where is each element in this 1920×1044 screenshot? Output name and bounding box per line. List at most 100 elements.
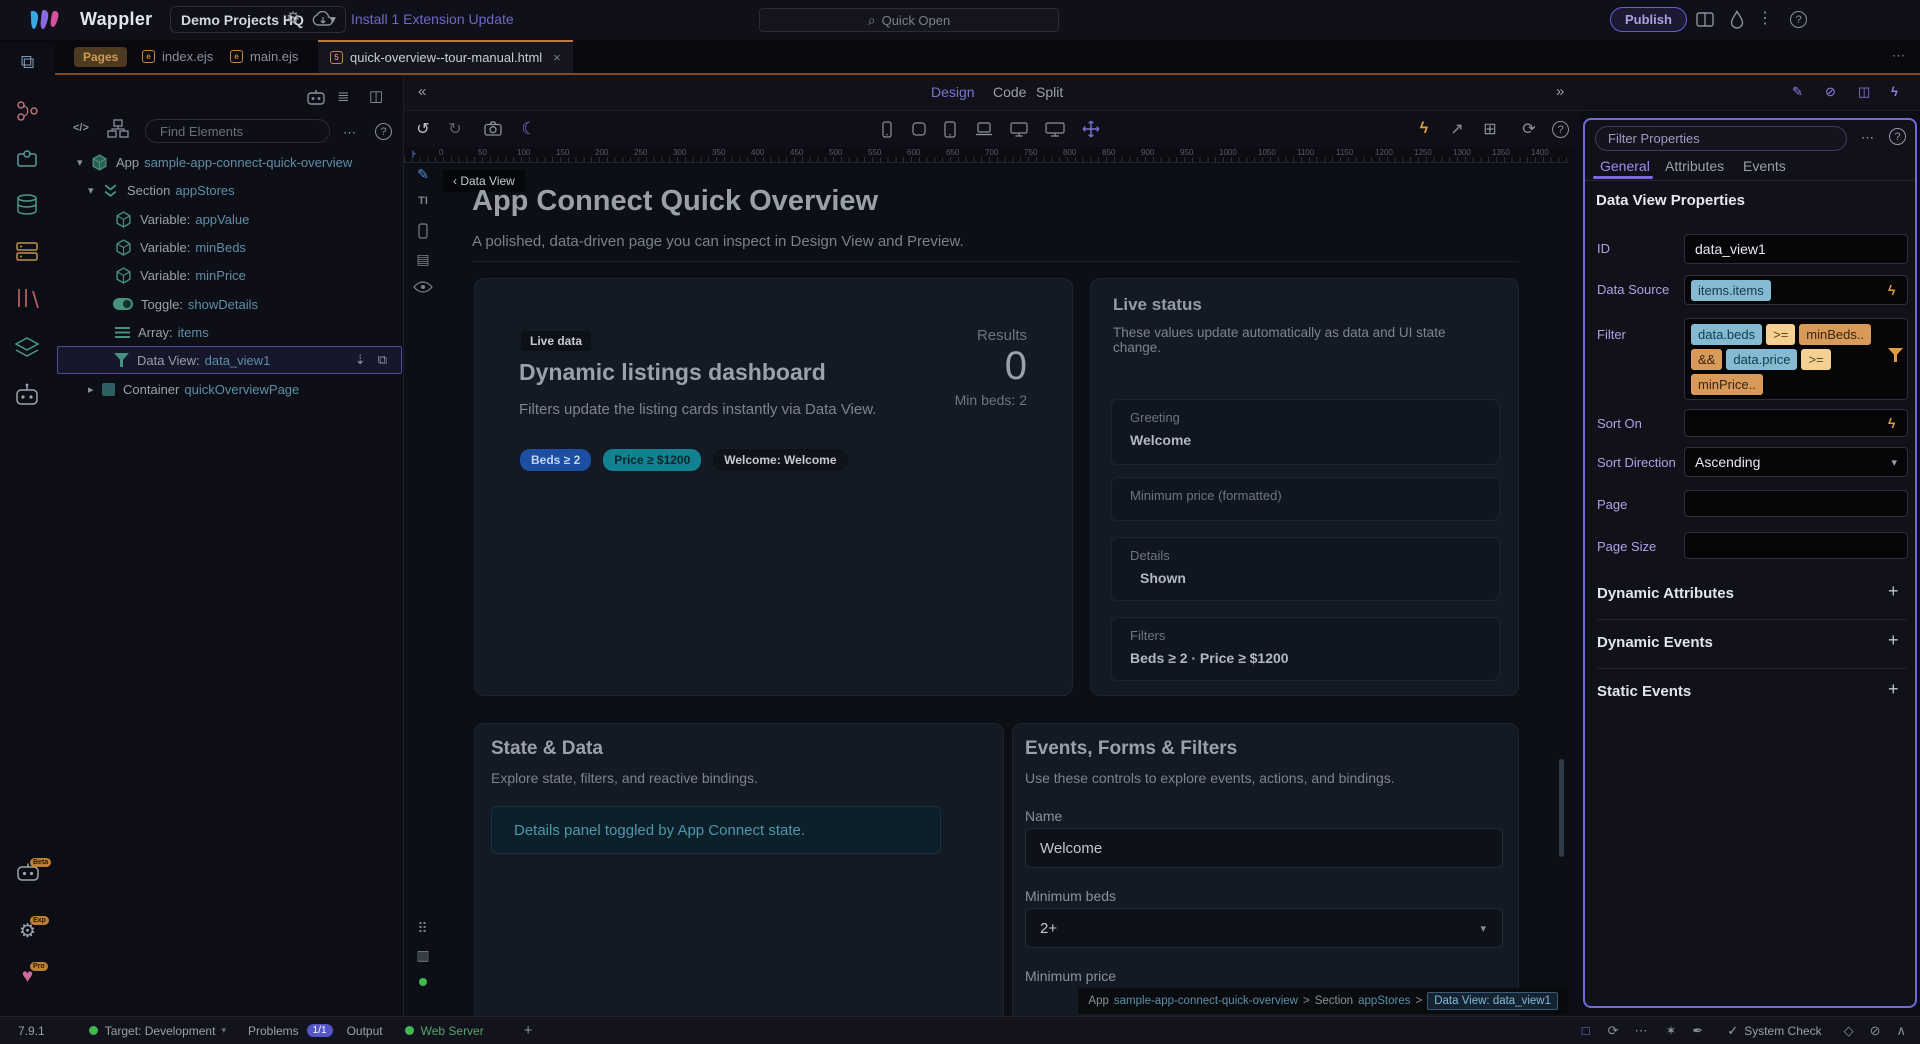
tree-more-icon[interactable]: ⋯ bbox=[343, 125, 356, 141]
tabbar-overflow-icon[interactable]: ⋯ bbox=[1892, 48, 1905, 64]
filter-expression-token[interactable]: data.price bbox=[1726, 349, 1797, 370]
rail-server-icon[interactable] bbox=[0, 240, 55, 264]
copy-icon[interactable]: ⧉ bbox=[378, 352, 387, 368]
data-source-input[interactable]: items.items bbox=[1684, 275, 1908, 305]
chevron-down-icon[interactable]: ▾ bbox=[221, 1025, 226, 1036]
add-dynamic-event-icon[interactable]: + bbox=[1888, 630, 1899, 651]
toolbar-help-icon[interactable]: ? bbox=[1552, 121, 1569, 138]
tree-item-section[interactable]: ▾ SectionappStores bbox=[57, 176, 402, 204]
device-widescreen-icon[interactable] bbox=[1045, 122, 1065, 137]
ai-robot-icon[interactable] bbox=[305, 88, 327, 106]
design-canvas[interactable]: ✎ TI ▤ ⠿ ▥ ‹ Data View App Connect Quick… bbox=[404, 163, 1568, 1016]
collapse-right-icon[interactable]: » bbox=[1556, 83, 1564, 100]
rail-workflows-icon[interactable] bbox=[0, 100, 55, 122]
extension-update-link[interactable]: Install 1 Extension Update bbox=[351, 11, 514, 27]
more-icon[interactable]: ⋯ bbox=[1635, 1023, 1648, 1039]
theme-drop-icon[interactable] bbox=[1730, 10, 1744, 29]
strip-device-icon[interactable] bbox=[412, 223, 434, 239]
rail-pro-icon[interactable]: ♥Pro bbox=[0, 966, 55, 988]
active-element-crumb[interactable]: Data View: data_view1 bbox=[1427, 992, 1558, 1010]
filter-expression-token[interactable]: && bbox=[1691, 349, 1722, 370]
id-input[interactable]: data_view1 bbox=[1684, 234, 1908, 264]
state-data-card[interactable]: State & Data Explore state, filters, and… bbox=[474, 723, 1004, 1016]
tree-item-variable-appvalue[interactable]: Variable:appValue bbox=[57, 205, 402, 233]
tree-item-data-view[interactable]: Data View:data_view1 ⇣ ⧉ bbox=[57, 346, 402, 374]
tab-attributes[interactable]: Attributes bbox=[1665, 158, 1724, 174]
tree-help-icon[interactable]: ? bbox=[375, 123, 392, 140]
panel-more-icon[interactable]: ⋯ bbox=[1861, 130, 1874, 146]
site-structure-icon[interactable] bbox=[107, 119, 129, 139]
collapse-left-icon[interactable]: « bbox=[418, 83, 426, 100]
pages-badge[interactable]: Pages bbox=[74, 47, 127, 67]
strip-edit-icon[interactable]: ✎ bbox=[412, 166, 434, 183]
mode-design[interactable]: Design bbox=[931, 84, 975, 100]
device-monitor-icon[interactable] bbox=[1010, 122, 1028, 137]
tab-quick-overview-html[interactable]: 5 quick-overview--tour-manual.html × bbox=[318, 40, 573, 73]
events-card[interactable]: Events, Forms & Filters Use these contro… bbox=[1012, 723, 1519, 1016]
clean-icon[interactable]: ◇ bbox=[1844, 1023, 1854, 1039]
webserver-button[interactable]: Web Server bbox=[421, 1024, 484, 1038]
filter-expression-token[interactable]: >= bbox=[1766, 324, 1795, 345]
tree-item-variable-minprice[interactable]: Variable:minPrice bbox=[57, 261, 402, 289]
target-selector[interactable]: Target: Development bbox=[105, 1024, 216, 1038]
kebab-menu-icon[interactable]: ⋮ bbox=[1752, 0, 1778, 36]
filter-expression-token[interactable]: minPrice.. bbox=[1691, 374, 1763, 395]
strip-eye-icon[interactable] bbox=[412, 281, 434, 293]
feedback-icon[interactable]: ✒ bbox=[1692, 1023, 1703, 1039]
apps-grid-icon[interactable]: ⊞ bbox=[1477, 111, 1503, 147]
filter-input[interactable]: data.beds>=minBeds..&&data.price>=minPri… bbox=[1684, 318, 1908, 400]
move-down-icon[interactable]: ⇣ bbox=[355, 352, 366, 368]
help-icon[interactable]: ? bbox=[1790, 11, 1807, 28]
mode-split[interactable]: Split bbox=[1036, 84, 1063, 100]
cloud-download-icon[interactable] bbox=[312, 11, 334, 28]
refresh-icon[interactable]: ⟳ bbox=[1516, 111, 1542, 147]
strip-paint-icon[interactable]: ▤ bbox=[412, 251, 434, 268]
format-wand-icon[interactable]: ✶ bbox=[1666, 1023, 1677, 1039]
data-source-token[interactable]: items.items bbox=[1691, 280, 1771, 301]
add-dynamic-attribute-icon[interactable]: + bbox=[1888, 581, 1899, 602]
redo-icon[interactable]: ↻ bbox=[442, 111, 468, 147]
undo-icon[interactable]: ↺ bbox=[410, 111, 436, 147]
find-elements-input[interactable]: Find Elements bbox=[145, 119, 330, 143]
dynamic-events-section[interactable]: Dynamic Events bbox=[1597, 634, 1713, 651]
device-tablet-icon[interactable] bbox=[944, 121, 956, 138]
split-view-icon[interactable] bbox=[1696, 12, 1714, 27]
rail-library-icon[interactable] bbox=[0, 286, 55, 310]
tab-index-ejs[interactable]: e index.ejs bbox=[130, 40, 225, 73]
tree-item-container[interactable]: ▸ ContainerquickOverviewPage bbox=[57, 375, 402, 403]
sort-direction-select[interactable]: Ascending ▾ bbox=[1684, 447, 1908, 477]
name-input[interactable]: Welcome bbox=[1025, 828, 1503, 868]
filter-expression-token[interactable]: data.beds bbox=[1691, 324, 1762, 345]
close-tab-icon[interactable]: × bbox=[553, 50, 561, 65]
output-button[interactable]: Output bbox=[347, 1024, 383, 1038]
canvas-scrollbar[interactable] bbox=[1559, 759, 1564, 857]
rail-experimental-icon[interactable]: ⚙Exp bbox=[0, 920, 55, 943]
problems-button[interactable]: Problems bbox=[248, 1024, 299, 1038]
strip-typography-icon[interactable]: TI bbox=[412, 195, 434, 207]
move-resize-icon[interactable] bbox=[1082, 120, 1100, 138]
screenshot-camera-icon[interactable] bbox=[484, 121, 502, 136]
reload-icon[interactable]: ⟳ bbox=[1608, 1023, 1619, 1039]
tree-item-app[interactable]: ▾ Appsample-app-connect-quick-overview bbox=[57, 148, 402, 176]
tab-main-ejs[interactable]: e main.ejs bbox=[218, 40, 310, 73]
rail-blocks-icon[interactable] bbox=[0, 148, 55, 170]
device-laptop-icon[interactable] bbox=[975, 122, 993, 136]
panel-help-icon[interactable]: ? bbox=[1889, 128, 1906, 145]
tree-item-array-items[interactable]: Array:items bbox=[57, 318, 402, 346]
strip-columns-icon[interactable]: ▥ bbox=[412, 947, 434, 964]
static-events-section[interactable]: Static Events bbox=[1597, 683, 1691, 700]
split-panels-icon[interactable]: ◫ bbox=[369, 87, 383, 105]
sort-on-input[interactable] bbox=[1684, 409, 1908, 437]
panels-icon[interactable]: ◫ bbox=[1858, 84, 1870, 100]
rail-ai-beta-icon[interactable]: Beta bbox=[0, 862, 55, 888]
live-data-card[interactable]: Live data Dynamic listings dashboard Fil… bbox=[474, 278, 1073, 696]
strip-grid-icon[interactable]: ⠿ bbox=[412, 920, 434, 937]
filter-expression-token[interactable]: >= bbox=[1801, 349, 1830, 370]
properties-filter-input[interactable]: Filter Properties bbox=[1595, 126, 1847, 151]
debug-icon[interactable]: ⊘ bbox=[1870, 1023, 1881, 1039]
system-check-icon[interactable]: ✓ bbox=[1727, 1023, 1738, 1039]
device-square-icon[interactable] bbox=[912, 122, 926, 136]
rail-layers-icon[interactable] bbox=[0, 336, 55, 362]
tree-item-toggle-showdetails[interactable]: Toggle:showDetails bbox=[57, 290, 402, 318]
tree-item-variable-minbeds[interactable]: Variable:minBeds bbox=[57, 233, 402, 261]
